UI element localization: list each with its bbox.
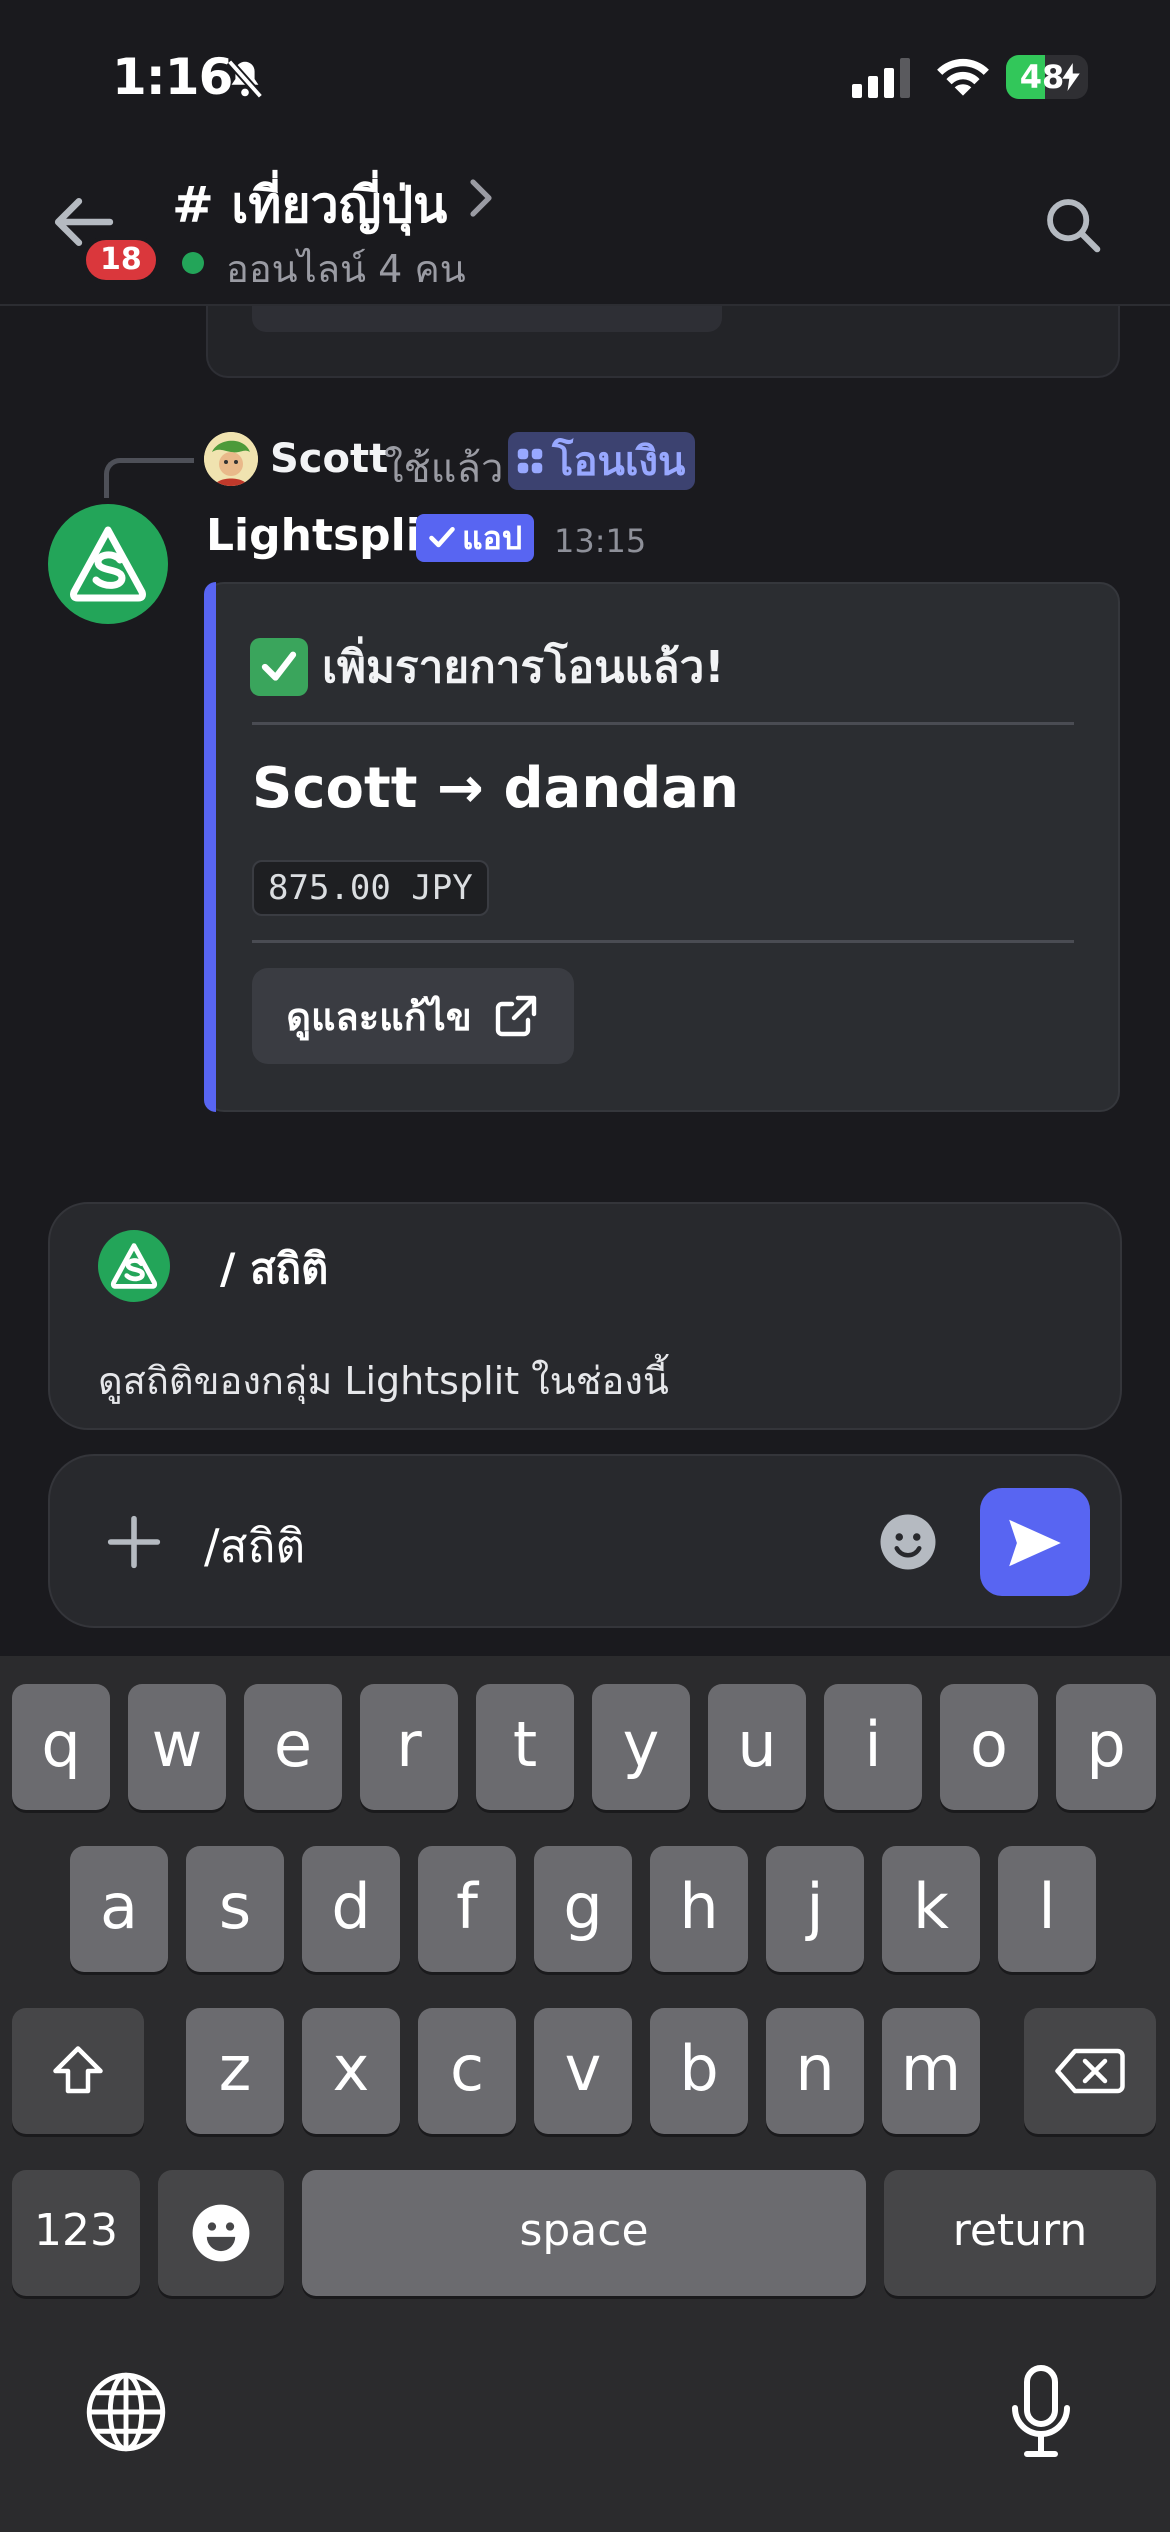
emoji-icon[interactable]	[878, 1512, 938, 1572]
transfer-amount: 875.00 JPY	[252, 860, 489, 916]
reply-connector	[104, 458, 194, 498]
emoji-face-icon	[192, 2204, 250, 2262]
globe-icon[interactable]	[84, 2370, 168, 2454]
shift-key[interactable]	[12, 2008, 144, 2134]
cellular-signal-icon	[852, 58, 910, 98]
key-v[interactable]: v	[534, 2008, 632, 2134]
backspace-icon	[1055, 2048, 1125, 2094]
reply-used-label: ใช้แล้ว	[384, 446, 504, 492]
suggestion-command: / สถิติ	[220, 1244, 329, 1293]
suggestion-description: ดูสถิติของกลุ่ม Lightsplit ในช่องนี้	[98, 1359, 669, 1403]
key-w[interactable]: w	[128, 1684, 226, 1810]
key-j[interactable]: j	[766, 1846, 864, 1972]
space-key[interactable]: space	[302, 2170, 866, 2296]
key-i[interactable]: i	[824, 1684, 922, 1810]
key-n[interactable]: n	[766, 2008, 864, 2134]
key-l[interactable]: l	[998, 1846, 1096, 1972]
message-author[interactable]: Lightsplit	[206, 510, 442, 561]
message-timestamp: 13:15	[554, 522, 647, 560]
key-z[interactable]: z	[186, 2008, 284, 2134]
key-p[interactable]: p	[1056, 1684, 1156, 1810]
battery-indicator: 48	[1006, 55, 1088, 99]
embed-title: เพิ่มรายการโอนแล้ว!	[250, 632, 724, 702]
key-h[interactable]: h	[650, 1846, 748, 1972]
external-link-icon	[495, 995, 536, 1037]
lightsplit-logo-icon	[110, 1243, 158, 1289]
key-k[interactable]: k	[882, 1846, 980, 1972]
delete-key[interactable]	[1024, 2008, 1156, 2134]
charging-bolt-icon	[1062, 63, 1080, 91]
view-edit-button[interactable]: ดูและแก้ไข	[252, 968, 574, 1064]
send-button[interactable]	[980, 1488, 1090, 1596]
channel-title[interactable]: # เที่ยวญี่ปุ่น	[172, 166, 447, 245]
check-mark-icon	[250, 638, 308, 696]
command-chip[interactable]: โอนเงิน	[508, 432, 696, 490]
command-chip-label: โอนเงิน	[552, 439, 686, 485]
shift-arrow-icon	[53, 2046, 103, 2094]
avatar-art-icon	[204, 432, 258, 486]
key-b[interactable]: b	[650, 2008, 748, 2134]
key-t[interactable]: t	[476, 1684, 574, 1810]
online-count: ออนไลน์ 4 คน	[226, 247, 466, 291]
wifi-icon	[937, 58, 989, 96]
suggestion-app-icon	[98, 1230, 170, 1302]
online-status-dot	[182, 252, 204, 274]
avatar[interactable]	[204, 432, 258, 486]
verified-check-icon	[429, 526, 455, 548]
key-m[interactable]: m	[882, 2008, 980, 2134]
key-f[interactable]: f	[418, 1846, 516, 1972]
bell-slash-icon	[226, 59, 264, 99]
status-time: 1:16	[112, 48, 233, 106]
key-a[interactable]: a	[70, 1846, 168, 1972]
key-s[interactable]: s	[186, 1846, 284, 1972]
plus-icon[interactable]	[106, 1514, 162, 1570]
key-y[interactable]: y	[592, 1684, 690, 1810]
key-q[interactable]: q	[12, 1684, 110, 1810]
send-arrow-icon	[1009, 1519, 1061, 1567]
embed-accent-bar	[204, 582, 216, 1112]
microphone-icon[interactable]	[1008, 2364, 1074, 2460]
key-r[interactable]: r	[360, 1684, 458, 1810]
app-badge: แอป	[416, 514, 535, 562]
key-u[interactable]: u	[708, 1684, 806, 1810]
transfer-flow: Scott → dandan	[252, 756, 739, 821]
app-badge-label: แอป	[462, 518, 523, 557]
numbers-key[interactable]: 123	[12, 2170, 140, 2296]
reply-username[interactable]: Scott	[270, 436, 388, 482]
search-icon[interactable]	[1044, 196, 1102, 254]
key-c[interactable]: c	[418, 2008, 516, 2134]
view-edit-label: ดูและแก้ไข	[286, 994, 472, 1039]
lightsplit-logo-icon	[70, 526, 146, 602]
app-command-icon	[517, 448, 543, 474]
key-o[interactable]: o	[940, 1684, 1038, 1810]
keyboard: q w e r t y u i o p a s d f g h j k l z …	[0, 1656, 1170, 2532]
key-x[interactable]: x	[302, 2008, 400, 2134]
key-e[interactable]: e	[244, 1684, 342, 1810]
unread-badge: 18	[82, 236, 160, 284]
message-input[interactable]: /สถิติ	[204, 1510, 305, 1583]
key-d[interactable]: d	[302, 1846, 400, 1972]
embed-divider	[252, 940, 1074, 943]
return-key[interactable]: return	[884, 2170, 1156, 2296]
bot-avatar[interactable]	[48, 504, 168, 624]
key-g[interactable]: g	[534, 1846, 632, 1972]
emoji-key[interactable]	[158, 2170, 284, 2296]
embed-divider	[252, 722, 1074, 725]
embed-title-text: เพิ่มรายการโอนแล้ว!	[322, 642, 725, 693]
chevron-right-icon[interactable]	[468, 178, 494, 218]
